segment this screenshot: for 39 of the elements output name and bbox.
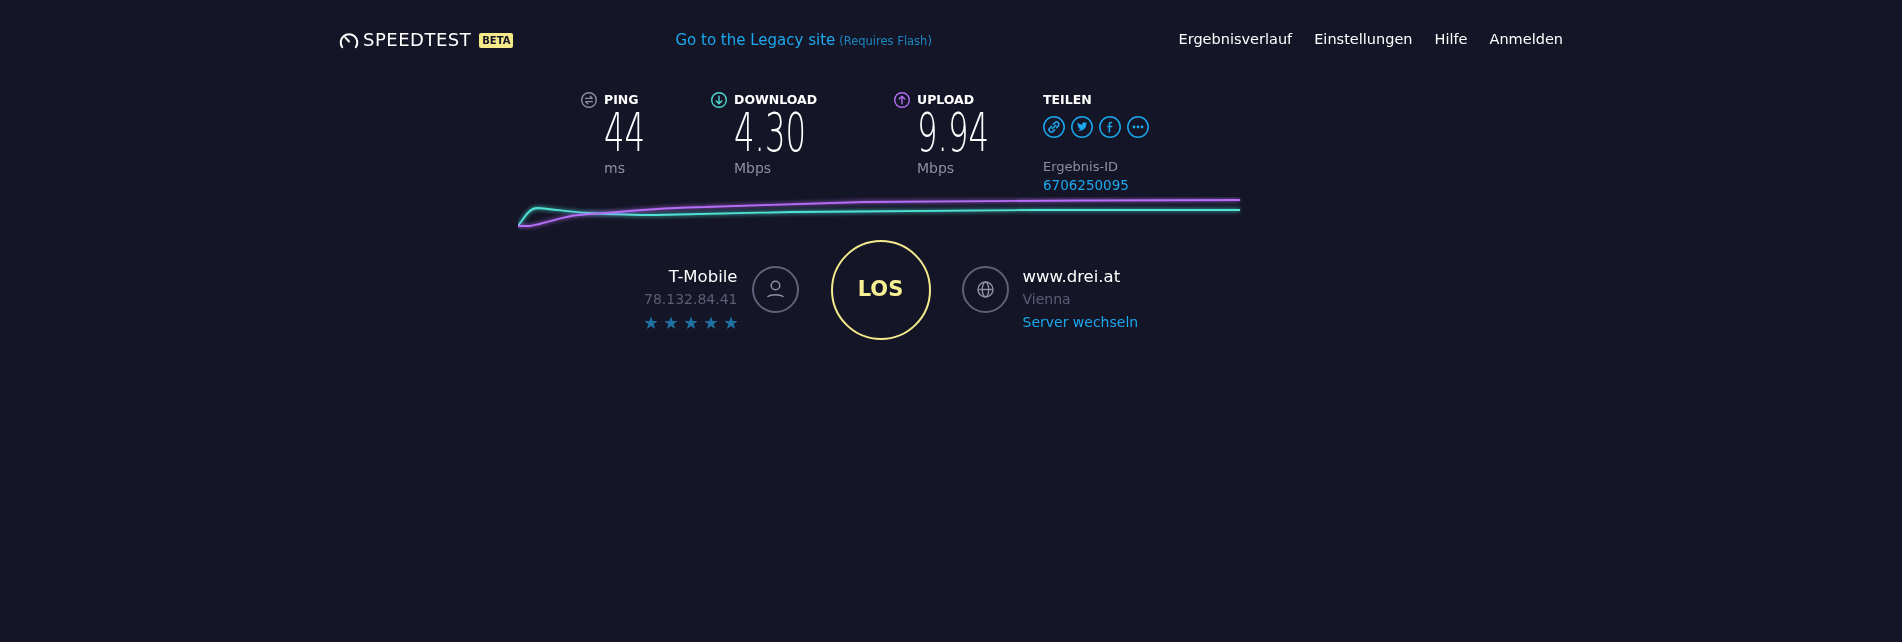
exchange-arrows-icon	[581, 92, 597, 108]
beta-badge: BETA	[479, 32, 514, 48]
logo-text: SPEEDTEST	[363, 29, 472, 51]
bird-icon[interactable]	[1071, 116, 1093, 138]
result-id-link[interactable]: 6706250095	[1043, 176, 1129, 194]
nav-link[interactable]: Hilfe	[1434, 29, 1468, 51]
metric-label: UPLOAD	[917, 92, 976, 108]
star-icon	[723, 315, 738, 330]
speedometer-logo-icon	[339, 31, 359, 49]
star-icon	[643, 315, 658, 330]
server-name: www.drei.at	[1022, 266, 1121, 288]
ip-address: 78.132.84.41	[644, 290, 738, 309]
share-title: TEILEN	[1043, 92, 1092, 108]
star-icon	[703, 315, 718, 330]
nav-link[interactable]: Ergebnisverlauf	[1178, 29, 1293, 51]
star-icon	[663, 315, 678, 330]
metric-label: PING	[604, 92, 640, 108]
metric-value: 4.30	[734, 108, 807, 158]
globe-icon[interactable]	[961, 266, 1009, 313]
nav-link[interactable]: Anmelden	[1489, 29, 1563, 51]
provider-name: T-Mobile	[668, 266, 738, 288]
server-location: Vienna	[1022, 290, 1071, 309]
go-button[interactable]: LOS	[830, 240, 931, 340]
metric-value: 44	[604, 108, 646, 158]
metric-unit: ms	[604, 159, 626, 177]
nav-link[interactable]: Einstellungen	[1314, 29, 1413, 51]
star-icon	[683, 315, 698, 330]
result-id-label: Ergebnis-ID	[1043, 158, 1118, 176]
flash-note: (Requires Flash)	[839, 32, 932, 50]
user-icon[interactable]	[751, 266, 799, 313]
link-icon[interactable]	[1043, 116, 1065, 138]
facebook-icon[interactable]	[1099, 116, 1121, 138]
metric-value: 9.94	[917, 108, 990, 158]
legacy-site-link[interactable]: Go to the Legacy site	[675, 28, 836, 52]
metric-label: DOWNLOAD	[734, 92, 819, 108]
metric-unit: Mbps	[734, 159, 773, 177]
more-icon[interactable]	[1127, 116, 1149, 138]
change-server-link[interactable]: Server wechseln	[1022, 311, 1139, 334]
metric-unit: Mbps	[917, 159, 956, 177]
